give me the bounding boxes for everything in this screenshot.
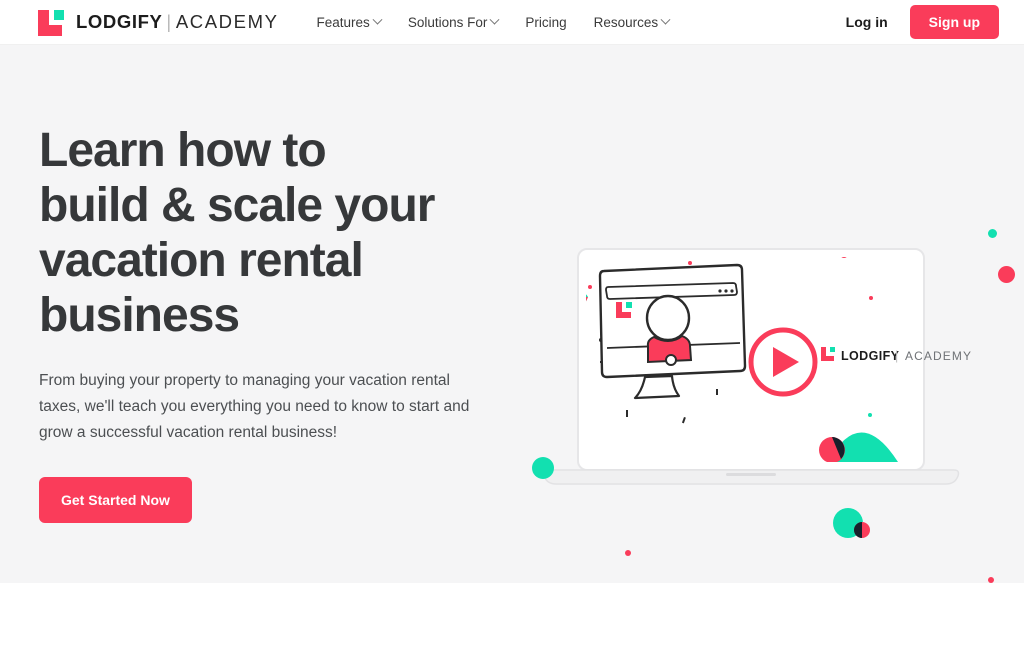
- main-navigation: Features Solutions For Pricing Resources: [316, 14, 671, 30]
- nav-item-solutions-for[interactable]: Solutions For: [407, 14, 500, 30]
- site-header: LODGIFY | ACADEMY Features Solutions For P…: [0, 0, 1024, 45]
- page-root: LODGIFY | ACADEMY Features Solutions For P…: [0, 0, 1024, 663]
- svg-text:LODGIFY: LODGIFY: [841, 349, 900, 363]
- hero-section: Learn how to build & scale your vacation…: [0, 45, 1024, 583]
- brand-separator: |: [166, 11, 172, 32]
- nav-label: Pricing: [525, 14, 567, 30]
- decor-dot-teal-small: [988, 229, 997, 238]
- hero-illustration: LODGIFY | ACADEMY: [530, 205, 1015, 583]
- laptop-video-graphic[interactable]: LODGIFY | ACADEMY: [530, 205, 1000, 495]
- nav-item-pricing[interactable]: Pricing: [525, 15, 566, 30]
- decor-dot-red-large: [998, 266, 1015, 283]
- login-link[interactable]: Log in: [846, 14, 888, 30]
- nav-label: Solutions For: [407, 14, 488, 30]
- decor-dot-teal-left: [532, 457, 554, 479]
- nav-label: Resources: [593, 14, 659, 30]
- signup-button[interactable]: Sign up: [909, 5, 999, 39]
- video-lodgify-logo: LODGIFY | ACADEMY: [821, 347, 972, 363]
- decor-dot-red-tiny: [625, 550, 631, 556]
- headline-line-2: build & scale your: [39, 179, 435, 232]
- svg-text:ACADEMY: ACADEMY: [905, 349, 972, 363]
- nav-item-resources[interactable]: Resources: [593, 14, 671, 30]
- svg-text:|: |: [895, 349, 898, 363]
- decor-teal-red-blob: [833, 508, 870, 538]
- headline-line-1: Learn how to: [39, 124, 327, 177]
- hero-copy: Learn how to build & scale your vacation…: [39, 123, 539, 523]
- header-actions: Log in Sign up: [846, 5, 999, 39]
- headline-line-3: vacation rental: [39, 234, 364, 287]
- nav-label: Features: [316, 14, 370, 30]
- lodgify-l-mark-icon: [38, 8, 65, 36]
- chevron-down-icon: [489, 14, 500, 25]
- features-bar: Shareable Certificates 100% Free and Onl…: [0, 583, 1024, 663]
- nav-item-features[interactable]: Features: [316, 14, 383, 30]
- chevron-down-icon: [660, 14, 671, 25]
- chevron-down-icon: [372, 14, 383, 25]
- hero-subheading: From buying your property to managing yo…: [39, 372, 470, 441]
- brand-logo[interactable]: LODGIFY | ACADEMY: [38, 8, 279, 36]
- brand-name: LODGIFY: [76, 11, 163, 32]
- page-title: Learn how to build & scale your vacation…: [39, 123, 539, 343]
- get-started-button[interactable]: Get Started Now: [39, 477, 192, 523]
- brand-suffix: ACADEMY: [175, 11, 279, 32]
- brand-wordmark: LODGIFY | ACADEMY: [76, 11, 279, 33]
- headline-line-4: business: [39, 289, 240, 342]
